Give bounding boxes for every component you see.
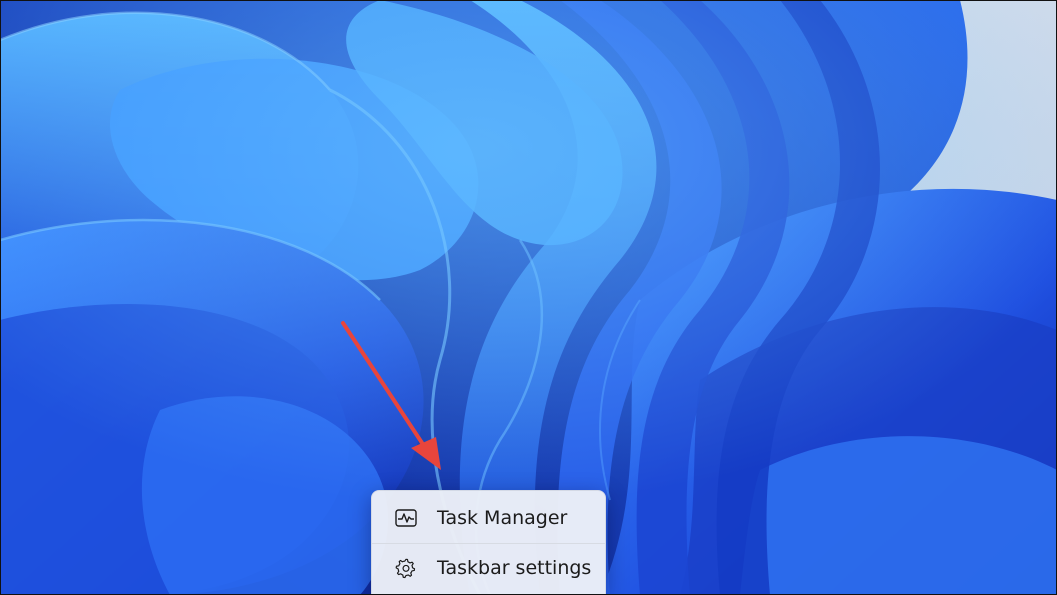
desktop[interactable]: Task Manager Taskbar settings <box>0 0 1057 595</box>
menu-item-taskbar-settings[interactable]: Taskbar settings <box>376 545 602 591</box>
menu-item-label: Task Manager <box>437 507 568 529</box>
menu-item-task-manager[interactable]: Task Manager <box>376 495 602 541</box>
taskbar-context-menu: Task Manager Taskbar settings <box>371 490 606 594</box>
menu-divider <box>372 543 605 544</box>
menu-item-label: Taskbar settings <box>437 557 592 579</box>
task-manager-icon <box>394 506 418 530</box>
gear-icon <box>394 556 418 580</box>
